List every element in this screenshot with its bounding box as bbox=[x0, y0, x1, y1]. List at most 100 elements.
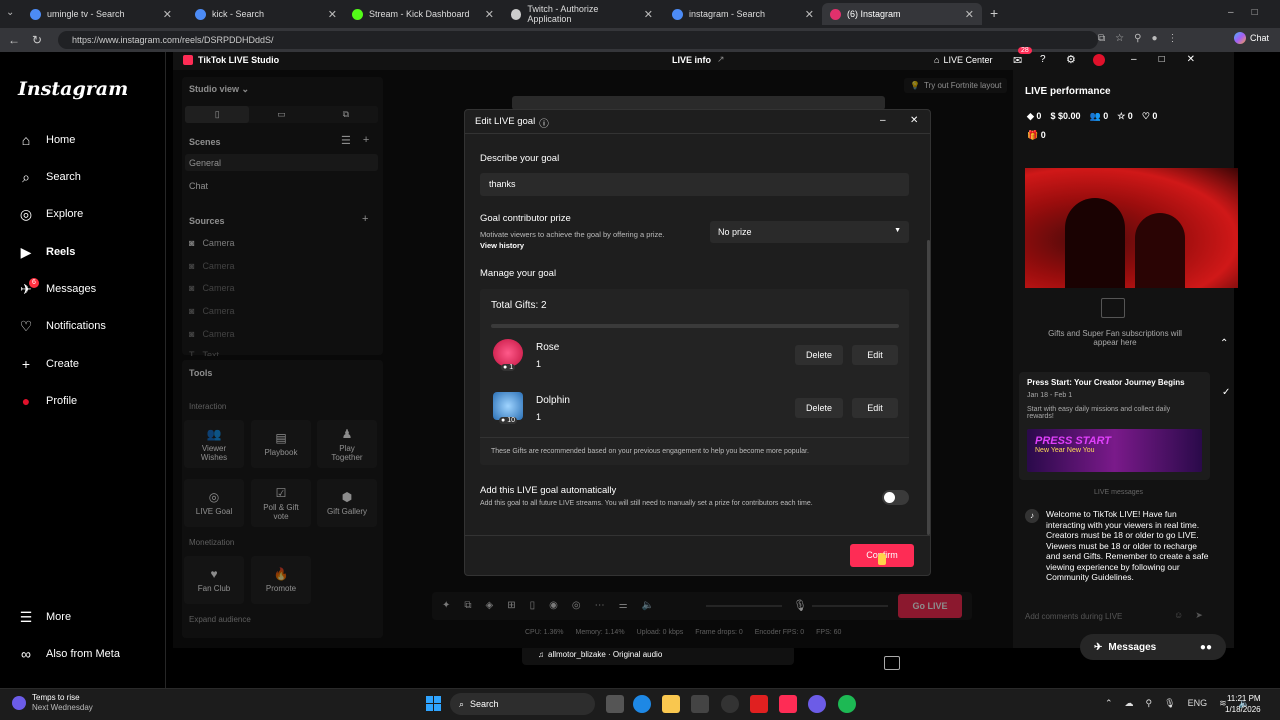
language-indicator[interactable]: ENG bbox=[1188, 698, 1208, 709]
studio-window-controls[interactable]: – □ ✕ bbox=[1131, 54, 1195, 65]
browser-extension-icons[interactable]: ⧉ ☆ ⚲ ● ⋮ bbox=[1098, 33, 1177, 44]
record-icon[interactable] bbox=[1093, 54, 1105, 66]
spotify-icon[interactable] bbox=[838, 695, 856, 713]
close-icon[interactable]: ✕ bbox=[1187, 54, 1195, 65]
emoji-icon[interactable]: ☺ bbox=[1174, 610, 1183, 621]
browser-tab[interactable]: Twitch - Authorize Application ✕ bbox=[503, 3, 661, 25]
cloud-icon[interactable]: ☁ bbox=[1125, 698, 1134, 709]
manage-goal-label: Manage your goal bbox=[480, 268, 557, 279]
browser-tab[interactable]: instagram - Search ✕ bbox=[664, 3, 822, 25]
mic-tray-icon[interactable]: 🎙 bbox=[1164, 698, 1175, 709]
tab-close-icon[interactable]: ✕ bbox=[644, 8, 653, 21]
describe-goal-input[interactable]: thanks bbox=[480, 173, 909, 196]
tab-close-icon[interactable]: ✕ bbox=[485, 8, 494, 21]
coin-value: 0 bbox=[1036, 111, 1042, 121]
tab-close-icon[interactable]: ✕ bbox=[805, 8, 814, 21]
help-icon[interactable]: ? bbox=[1040, 54, 1046, 65]
prize-select[interactable]: No prize ▼ bbox=[710, 221, 909, 243]
tiktok-message-icon: ♪ bbox=[1025, 509, 1039, 523]
url-field[interactable]: https://www.instagram.com/reels/DSRPDDHD… bbox=[58, 31, 1098, 49]
view-history-link[interactable]: View history bbox=[480, 241, 524, 250]
info-icon[interactable]: ⓘ bbox=[539, 116, 549, 130]
nav-item-profile[interactable]: ● Profile bbox=[18, 393, 77, 409]
modal-title-text: Edit LIVE goal bbox=[475, 116, 536, 127]
nav-item-create[interactable]: + Create bbox=[18, 356, 79, 372]
gallery-icon[interactable] bbox=[884, 656, 900, 670]
followers-stat: ☆ 0 bbox=[1117, 111, 1133, 121]
tab-close-icon[interactable]: ✕ bbox=[328, 8, 337, 21]
nav-label: Create bbox=[46, 358, 80, 370]
nav-item-reels[interactable]: ▶ Reels bbox=[18, 243, 76, 260]
heart-icon: ♡ bbox=[19, 317, 33, 334]
comment-input[interactable]: Add comments during LIVE bbox=[1025, 612, 1122, 621]
tab-close-icon[interactable]: ✕ bbox=[965, 8, 974, 21]
delete-gift-button[interactable]: Delete bbox=[795, 398, 843, 418]
browser-tab[interactable]: (6) Instagram ✕ bbox=[822, 3, 982, 25]
search-icon: ⌕ bbox=[22, 168, 30, 185]
browser-tab[interactable]: Stream - Kick Dashboard ✕ bbox=[344, 3, 502, 25]
also-from-meta-button[interactable]: ∞ Also from Meta bbox=[18, 646, 120, 662]
more-label: More bbox=[46, 611, 72, 623]
tab-title: Stream - Kick Dashboard bbox=[369, 9, 470, 19]
task-view-icon[interactable] bbox=[606, 695, 624, 713]
notifications-icon[interactable]: ✉ bbox=[1013, 54, 1022, 67]
edge-icon[interactable] bbox=[633, 695, 651, 713]
tab-title: instagram - Search bbox=[689, 9, 766, 19]
nav-item-search[interactable]: ⌕ Search bbox=[18, 169, 81, 185]
clock-time: 11:21 PM bbox=[1226, 694, 1261, 703]
file-explorer-icon[interactable] bbox=[662, 695, 680, 713]
tab-search-icon[interactable]: ⌄ bbox=[6, 7, 14, 18]
instagram-logo[interactable]: Instagram bbox=[18, 78, 128, 100]
minimize-icon[interactable]: – bbox=[1131, 54, 1137, 65]
edit-gift-button[interactable]: Edit bbox=[852, 345, 898, 365]
auto-goal-toggle[interactable] bbox=[882, 490, 909, 505]
chat-button[interactable]: Chat bbox=[1234, 32, 1269, 44]
settings-gear-icon[interactable]: ⚙ bbox=[1066, 53, 1076, 66]
comment-actions[interactable]: ☺ ➤ bbox=[1174, 610, 1203, 621]
nav-item-notifications[interactable]: ♡ Notifications bbox=[18, 318, 106, 334]
modal-scrollbar[interactable] bbox=[927, 240, 930, 535]
taskbar-search[interactable]: ⌕ Search bbox=[450, 693, 595, 715]
tab-favicon-icon bbox=[672, 8, 683, 20]
windows-start-icon[interactable] bbox=[426, 696, 441, 711]
send-icon[interactable]: ➤ bbox=[1195, 610, 1203, 621]
share-icon[interactable]: ↗ bbox=[717, 54, 725, 65]
likes-stat: ♡ 0 bbox=[1141, 111, 1158, 121]
auto-goal-description: Add this goal to all future LIVE streams… bbox=[480, 500, 813, 507]
scroll-up-button[interactable]: ⌃ bbox=[1220, 338, 1228, 349]
new-tab-button[interactable]: + bbox=[990, 5, 998, 21]
weather-widget[interactable]: Temps to rise Next Wednesday bbox=[12, 693, 93, 713]
back-arrow-icon[interactable]: ← bbox=[8, 33, 20, 47]
music-bar[interactable]: ♫ allmotor_blizake · Original audio bbox=[522, 645, 794, 665]
messages-float-button[interactable]: ✈ Messages ●● bbox=[1080, 634, 1226, 660]
clock[interactable]: 11:21 PM 1/18/2026 bbox=[1225, 693, 1261, 715]
browser-tab[interactable]: umingle tv - Search ✕ bbox=[22, 3, 180, 25]
reload-icon[interactable]: ↻ bbox=[32, 33, 42, 47]
tab-title: kick - Search bbox=[212, 9, 265, 19]
modal-minimize-icon[interactable]: – bbox=[880, 115, 886, 126]
nav-item-explore[interactable]: ◎ Explore bbox=[18, 206, 83, 222]
modal-close-icon[interactable]: ✕ bbox=[910, 115, 918, 126]
messenger-icon: ✈ bbox=[1094, 641, 1103, 653]
viewers-stat: 👥 0 bbox=[1089, 111, 1109, 121]
delete-gift-button[interactable]: Delete bbox=[795, 345, 843, 365]
coin-badge: ● 10 bbox=[499, 417, 517, 424]
maximize-icon[interactable]: □ bbox=[1159, 54, 1165, 65]
nav-item-home[interactable]: ⌂ Home bbox=[18, 132, 76, 148]
tab-close-icon[interactable]: ✕ bbox=[163, 8, 172, 21]
window-controls[interactable]: – □ bbox=[1228, 7, 1258, 18]
youtube-icon[interactable] bbox=[750, 695, 768, 713]
describe-goal-value: thanks bbox=[489, 179, 516, 189]
browser-tab[interactable]: kick - Search ✕ bbox=[187, 3, 345, 25]
edit-gift-button[interactable]: Edit bbox=[852, 398, 898, 418]
more-button[interactable]: ☰ More bbox=[18, 609, 71, 625]
browser-taskbar-icon[interactable] bbox=[808, 695, 826, 713]
reels-icon: ▶ bbox=[20, 243, 32, 260]
store-icon[interactable] bbox=[691, 695, 709, 713]
network-icon[interactable]: ⚲ bbox=[1146, 698, 1153, 709]
live-center-button[interactable]: ⌂ LIVE Center bbox=[934, 55, 992, 65]
tiktok-studio-taskbar-icon[interactable] bbox=[779, 695, 797, 713]
xbox-icon[interactable] bbox=[721, 695, 739, 713]
check-button[interactable]: ✓ bbox=[1222, 387, 1230, 398]
chevron-up-icon[interactable]: ⌃ bbox=[1105, 698, 1113, 709]
